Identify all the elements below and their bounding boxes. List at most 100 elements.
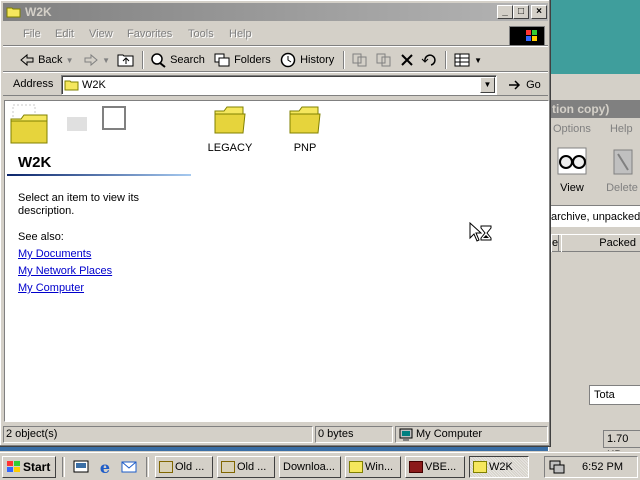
background-window[interactable]: tion copy) Options Help View Delete arch… (548, 74, 640, 461)
forward-arrow-icon (84, 54, 98, 67)
title-divider (7, 174, 191, 176)
title-bar[interactable]: W2K _ □ × (3, 3, 548, 21)
link-my-network-places[interactable]: My Network Places (18, 265, 112, 277)
address-field[interactable]: W2K ▼ (61, 75, 497, 95)
background-window-title[interactable]: tion copy) (549, 100, 640, 118)
up-button[interactable] (117, 50, 135, 70)
taskbar-button-label: VBE... (425, 461, 457, 473)
menu-edit[interactable]: Edit (55, 28, 74, 40)
outlook-express-icon[interactable] (120, 458, 138, 476)
menu-file[interactable]: File (23, 28, 41, 40)
archive-status-size: 1.70 KB (603, 430, 640, 461)
network-tray-icon[interactable] (548, 459, 566, 475)
delete-tool-button[interactable]: Delete (599, 144, 640, 194)
my-computer-icon (399, 428, 413, 441)
folder-icon (6, 7, 21, 18)
delete-x-icon (401, 54, 413, 66)
close-button[interactable]: × (531, 5, 547, 19)
toolbar-separator (343, 51, 345, 69)
move-to-button[interactable] (351, 50, 369, 70)
show-desktop-icon[interactable] (72, 458, 90, 476)
link-my-computer[interactable]: My Computer (18, 282, 84, 294)
selection-description: Select an item to view its description. (18, 192, 140, 217)
menu-help[interactable]: Help (229, 28, 252, 40)
system-tray: 6:52 PM (544, 456, 638, 478)
folders-label: Folders (234, 54, 271, 66)
column-header-name[interactable]: e (551, 235, 559, 252)
folder-icon (289, 106, 321, 134)
back-dropdown-icon[interactable]: ▼ (66, 56, 74, 65)
move-to-icon (352, 53, 367, 67)
delete-tool-label: Delete (606, 182, 638, 194)
archive-file-list[interactable] (549, 252, 640, 402)
web-view-pane: W2K Select an item to view its descripti… (5, 101, 195, 421)
taskbar-button-vbe[interactable]: VBE... (405, 456, 465, 478)
forward-dropdown-icon[interactable]: ▼ (102, 56, 110, 65)
toolbar-separator (445, 51, 447, 69)
address-dropdown-button[interactable]: ▼ (480, 77, 495, 93)
go-button[interactable]: Go (507, 75, 541, 95)
taskbar-button-label: Downloa... (283, 461, 335, 473)
folder-item-pnp[interactable]: PNP (273, 105, 337, 154)
folder-title: W2K (18, 154, 52, 171)
back-label: Back (38, 54, 63, 66)
copy-to-button[interactable] (375, 50, 393, 70)
menu-view[interactable]: View (89, 28, 113, 40)
address-value: W2K (82, 79, 106, 91)
taskbar-button-w2k[interactable]: W2K (469, 456, 529, 478)
windows-flag-icon (7, 461, 20, 472)
menu-favorites[interactable]: Favorites (127, 28, 172, 40)
history-button[interactable]: History (279, 50, 334, 70)
status-bar: 2 object(s) 0 bytes My Computer (3, 425, 548, 444)
menu-tools[interactable]: Tools (188, 28, 214, 40)
folder-icon (349, 461, 363, 474)
views-button[interactable]: ▼ (453, 50, 482, 70)
background-window-menubar: Options Help (549, 120, 640, 138)
taskbar-button-label: Win... (365, 461, 394, 473)
start-button[interactable]: Start (2, 456, 56, 478)
windows-logo-icon (509, 26, 545, 46)
folders-button[interactable]: Folders (213, 50, 271, 70)
folder-view[interactable]: W2K Select an item to view its descripti… (4, 100, 549, 422)
menu-bar: File Edit View Favorites Tools Help (3, 24, 548, 46)
link-my-documents[interactable]: My Documents (18, 248, 91, 260)
history-label: History (300, 54, 335, 66)
taskbar-button-win[interactable]: Win... (345, 456, 401, 478)
go-arrow-icon (509, 80, 521, 90)
archive-column-header: e Packed (549, 234, 640, 252)
maximize-button[interactable]: □ (513, 5, 529, 19)
desktop-background (548, 0, 640, 75)
delete-icon (613, 149, 633, 175)
folders-icon (214, 53, 230, 67)
clock[interactable]: 6:52 PM (582, 461, 623, 473)
folder-item-legacy[interactable]: LEGACY (198, 105, 262, 154)
search-icon (151, 53, 166, 68)
folder-icon (473, 461, 487, 474)
taskbar-button-old-1[interactable]: Old ... (155, 456, 213, 478)
undo-button[interactable] (421, 50, 439, 70)
archive-description: archive, unpacked (549, 205, 640, 227)
search-button[interactable]: Search (149, 50, 205, 70)
view-tool-button[interactable]: View (549, 144, 595, 194)
views-dropdown-icon[interactable]: ▼ (474, 56, 482, 65)
glasses-icon (557, 147, 587, 175)
background-menu-options[interactable]: Options (553, 123, 591, 135)
column-header-packed[interactable]: Packed (561, 235, 640, 252)
background-menu-help[interactable]: Help (610, 123, 633, 135)
taskbar-button-old-2[interactable]: Old ... (217, 456, 275, 478)
forward-button[interactable]: ▼ (83, 50, 110, 70)
minimize-button[interactable]: _ (497, 5, 513, 19)
window-icon (221, 461, 235, 474)
undo-icon (421, 54, 436, 66)
taskbar: Start e Old ... Old ... Downloa... Win..… (0, 452, 640, 480)
taskbar-button-download[interactable]: Downloa... (279, 456, 341, 478)
delete-button[interactable] (399, 50, 415, 70)
folder-item-label: LEGACY (207, 142, 253, 154)
back-button[interactable]: Back ▼ (19, 50, 74, 70)
taskbar-button-label: Old ... (175, 461, 205, 473)
internet-explorer-icon[interactable]: e (96, 458, 114, 476)
status-zone: My Computer (395, 426, 548, 443)
start-label: Start (23, 460, 51, 474)
folder-watermark-icon (10, 104, 126, 144)
address-label: Address (13, 78, 54, 90)
